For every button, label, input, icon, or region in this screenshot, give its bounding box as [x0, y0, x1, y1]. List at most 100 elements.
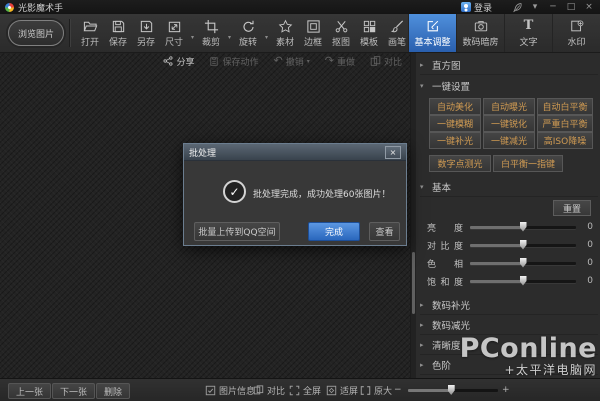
reset-button[interactable]: 重置 [553, 200, 591, 216]
spot-metering-button[interactable]: 数字点测光 [429, 155, 491, 172]
open-button[interactable]: 打开 [76, 17, 104, 50]
close-button[interactable]: × [580, 0, 598, 14]
skin-feather-icon[interactable] [508, 2, 526, 13]
image-info-toggle[interactable]: 图片信息 [205, 379, 255, 401]
auto-beautify-button[interactable]: 自动美化 [429, 98, 481, 115]
brightness-slider[interactable] [470, 226, 576, 229]
compare-toggle[interactable]: 对比 [253, 379, 285, 401]
maximize-button[interactable]: □ [562, 0, 580, 14]
fullscreen-button[interactable]: 全屏 [289, 379, 321, 401]
login-label: 登录 [474, 1, 492, 14]
tab-label: 基本调整 [414, 35, 450, 48]
crop-dropdown-icon[interactable]: ▾ [225, 17, 234, 50]
rotate-button[interactable]: 旋转 [234, 17, 262, 50]
dialog-close-icon[interactable]: × [385, 146, 401, 159]
section-clarity[interactable]: ▸ 清晰度 [420, 336, 598, 355]
minimize-button[interactable]: ─ [544, 0, 562, 14]
slider-handle[interactable] [520, 222, 527, 232]
onekey-fill-light-button[interactable]: 一键补光 [429, 132, 481, 149]
tab-digital-darkroom[interactable]: 数码暗房 [456, 14, 504, 52]
onekey-sharpen-button[interactable]: 一键锐化 [483, 115, 535, 132]
collapse-arrow-icon: ▸ [420, 321, 427, 329]
expand-arrow-icon: ▾ [420, 82, 427, 90]
compare-button[interactable]: 对比 [370, 55, 402, 68]
section-basic[interactable]: ▾ 基本 [420, 178, 598, 197]
fit-screen-label: 适屏 [340, 384, 358, 397]
tab-watermark[interactable]: 水印 [552, 14, 600, 52]
slider-label: 对比度 [427, 239, 463, 252]
section-levels[interactable]: ▸ 色阶 [420, 356, 598, 375]
border-button[interactable]: 边框 [299, 17, 327, 50]
resize-button[interactable]: 尺寸 [160, 17, 188, 50]
collapse-arrow-icon: ▸ [420, 61, 427, 69]
delete-image-button[interactable]: 删除 [96, 383, 130, 399]
saturation-slider[interactable] [470, 280, 576, 283]
undo-dropdown-icon[interactable]: ▾ [307, 58, 310, 65]
section-histogram[interactable]: ▸ 直方图 [420, 56, 598, 75]
fullscreen-corners-icon [289, 385, 300, 396]
slider-handle[interactable] [520, 258, 527, 268]
redo-label: 重做 [337, 55, 355, 68]
undo-icon: ↶ [274, 56, 283, 66]
view-button[interactable]: 查看 [369, 222, 400, 241]
zoom-out-button[interactable]: − [394, 379, 402, 401]
main-toolbar: 浏览图片 打开 保存 另存 尺寸 ▾ 裁剪 ▾ 旋转 ▾ [0, 14, 600, 53]
resize-dropdown-icon[interactable]: ▾ [188, 17, 197, 50]
slider-handle[interactable] [520, 276, 527, 286]
watermark-page-icon [570, 19, 584, 33]
dialog-title-bar[interactable]: 批处理 × [184, 144, 406, 161]
section-onekey[interactable]: ▾ 一键设置 [420, 77, 598, 95]
text-tool-icon: T [524, 19, 534, 33]
undo-button[interactable]: ↶ 撤销 ▾ [274, 55, 310, 68]
upload-qzone-button[interactable]: 批量上传到QQ空间 [194, 222, 280, 241]
save-as-button[interactable]: 另存 [132, 17, 160, 50]
onekey-blur-button[interactable]: 一键模糊 [429, 115, 481, 132]
next-image-button[interactable]: 下一张 [52, 383, 95, 399]
tab-basic-adjust[interactable]: 基本调整 [408, 14, 456, 52]
high-iso-denoise-button[interactable]: 高ISO降噪 [537, 132, 593, 149]
slider-handle[interactable] [520, 240, 527, 250]
onekey-reduce-light-button[interactable]: 一键减光 [483, 132, 535, 149]
original-size-button[interactable]: 原大 [360, 379, 392, 401]
fit-screen-button[interactable]: 适屏 [326, 379, 358, 401]
prev-image-button[interactable]: 上一张 [8, 383, 51, 399]
section-digital-reduce-light[interactable]: ▸ 数码减光 [420, 316, 598, 335]
brush-button[interactable]: 画笔 [383, 17, 411, 50]
redo-button[interactable]: ↷ 重做 [325, 55, 355, 68]
contrast-slider[interactable] [470, 244, 576, 247]
app-title: 光影魔术手 [18, 1, 63, 14]
cutout-button[interactable]: 抠图 [327, 17, 355, 50]
slider-value: 0 [583, 276, 593, 286]
crop-button[interactable]: 裁剪 [197, 17, 225, 50]
dialog-message: 批处理完成，成功处理60张图片！ [253, 187, 390, 200]
material-button[interactable]: 素材 [271, 17, 299, 50]
main-menu-arrow-icon[interactable]: ▾ [526, 0, 544, 14]
save-button[interactable]: 保存 [104, 17, 132, 50]
login-button[interactable]: 登录 [461, 0, 492, 14]
slider-label: 色相 [427, 257, 463, 270]
severe-white-balance-button[interactable]: 严重白平衡 [537, 115, 593, 132]
hue-slider[interactable] [470, 262, 576, 265]
zoom-in-button[interactable]: + [502, 379, 510, 401]
tab-text[interactable]: T 文字 [504, 14, 552, 52]
title-bar: 光影魔术手 登录 ▾ ─ □ × [0, 0, 600, 14]
compare-label: 对比 [267, 384, 285, 397]
adjust-panel: ▸ 直方图 ▾ 一键设置 自动美化 自动曝光 自动白平衡 一键模糊 一键锐化 严… [410, 52, 600, 378]
zoom-slider[interactable] [408, 389, 498, 392]
scrollbar-thumb[interactable] [412, 252, 415, 314]
rotate-icon [241, 19, 256, 34]
auto-exposure-button[interactable]: 自动曝光 [483, 98, 535, 115]
rotate-dropdown-icon[interactable]: ▾ [262, 17, 271, 50]
auto-white-balance-button[interactable]: 自动白平衡 [537, 98, 593, 115]
panel-scrollbar[interactable] [411, 52, 416, 378]
done-button[interactable]: 完成 [308, 222, 360, 241]
camera-icon [474, 19, 488, 33]
section-digital-fill-light[interactable]: ▸ 数码补光 [420, 296, 598, 315]
save-action-button[interactable]: 保存动作 [209, 55, 258, 68]
template-button[interactable]: 模板 [355, 17, 383, 50]
browse-images-button[interactable]: 浏览图片 [8, 20, 64, 46]
share-button[interactable]: 分享 [163, 55, 194, 68]
white-balance-picker-button[interactable]: 白平衡一指键 [493, 155, 563, 172]
zoom-slider-handle[interactable] [448, 385, 455, 395]
hue-slider-row: 色相 0 [427, 256, 593, 270]
